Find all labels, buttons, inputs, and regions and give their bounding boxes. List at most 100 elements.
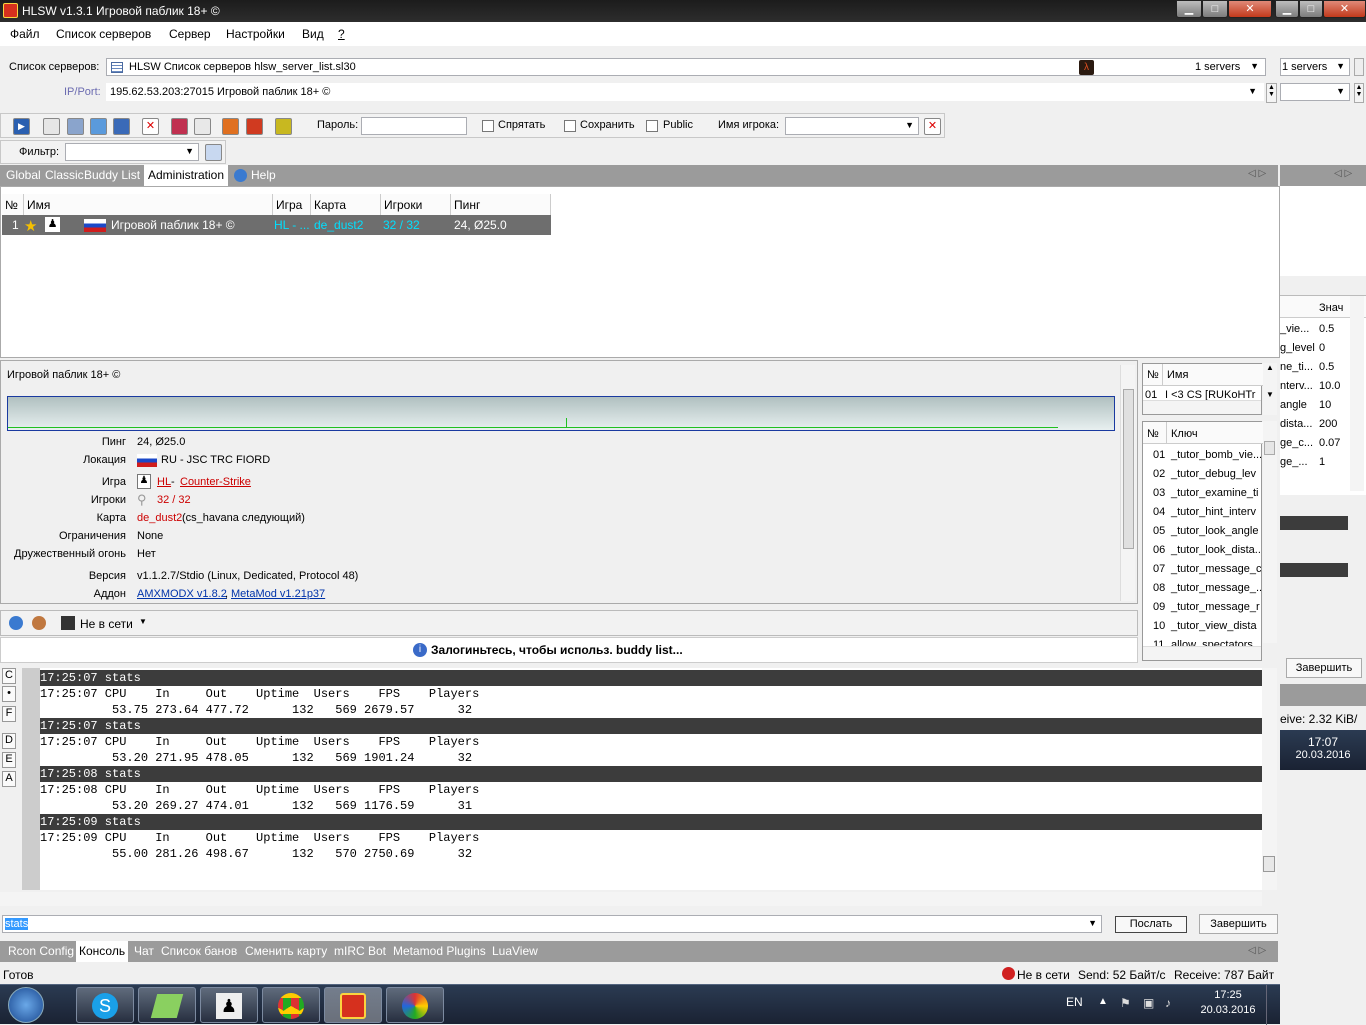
list-item[interactable]: ge_c... 0.07: [1280, 436, 1350, 453]
console-hscroll[interactable]: [0, 892, 1262, 906]
side-button-f[interactable]: F: [2, 706, 16, 722]
addon-link-metamod[interactable]: MetaMod v1.21p37: [231, 588, 325, 600]
menu-file[interactable]: Файл: [10, 27, 40, 41]
list-item[interactable]: 03 _tutor_examine_ti: [1143, 486, 1261, 503]
show-desktop-button[interactable]: [1266, 985, 1280, 1025]
list-item[interactable]: 07 _tutor_message_c: [1143, 562, 1261, 579]
menu-settings[interactable]: Настройки: [226, 27, 285, 41]
col-map[interactable]: Карта: [311, 194, 381, 216]
hide-checkbox[interactable]: [482, 120, 494, 132]
game-icon[interactable]: [246, 118, 263, 135]
side-button-c[interactable]: C: [2, 668, 16, 684]
paint-icon[interactable]: [386, 987, 444, 1023]
menu-server[interactable]: Сервер: [169, 27, 211, 41]
save-checkbox[interactable]: [564, 120, 576, 132]
chevron-down-icon[interactable]: ▼: [1336, 61, 1345, 71]
search-icon[interactable]: [43, 118, 60, 135]
scroll-up-small[interactable]: [1354, 58, 1364, 76]
tab-global[interactable]: Global: [6, 168, 41, 182]
list-item[interactable]: 09 _tutor_message_r: [1143, 600, 1261, 617]
tab-scroll-arrows-2[interactable]: ◁ ▷: [1334, 168, 1352, 179]
start-button[interactable]: [8, 987, 44, 1023]
tab-scroll-arrows[interactable]: ◁ ▷: [1248, 945, 1266, 956]
network-icon[interactable]: ▣: [1143, 996, 1154, 1010]
tray-arrow-icon[interactable]: ▲: [1098, 996, 1108, 1007]
list-item[interactable]: nterv... 10.0: [1280, 379, 1350, 396]
maximize-button[interactable]: □: [1202, 0, 1228, 18]
right-finish-button[interactable]: Завершить: [1286, 658, 1362, 678]
col-game[interactable]: Игра: [273, 194, 311, 216]
addon-icon[interactable]: [222, 118, 239, 135]
list-item[interactable]: 04 _tutor_hint_interv: [1143, 505, 1261, 522]
tab-mirc-bot[interactable]: mIRC Bot: [334, 944, 386, 958]
menu-help[interactable]: ?: [338, 27, 345, 41]
cycle-icon[interactable]: [171, 118, 188, 135]
ipport-spinner-2[interactable]: ▲ ▼: [1354, 83, 1364, 103]
minimize-button-2[interactable]: ▁: [1275, 0, 1299, 18]
server-info-icon[interactable]: [67, 118, 84, 135]
col-name[interactable]: Имя: [24, 194, 273, 216]
list-item[interactable]: ge_... 1: [1280, 455, 1350, 472]
tab-change-map[interactable]: Сменить карту: [245, 944, 327, 958]
chevron-down-icon[interactable]: ▼: [185, 146, 194, 156]
players-hscroll[interactable]: [1143, 400, 1261, 414]
copy-icon[interactable]: [194, 118, 211, 135]
side-button-dot[interactable]: •: [2, 686, 16, 702]
players-icon[interactable]: [113, 118, 130, 135]
player-name-input[interactable]: ▼: [785, 117, 919, 135]
menu-server-list[interactable]: Список серверов: [56, 27, 151, 41]
refresh-icon[interactable]: [90, 118, 107, 135]
addon-link-amxmodx[interactable]: AMXMODX v1.8.2: [137, 588, 227, 600]
col-number[interactable]: №: [2, 194, 24, 216]
tab-luaview[interactable]: LuaView: [492, 944, 538, 958]
tab-rcon-config[interactable]: Rcon Config: [8, 944, 74, 958]
server-list-dropdown[interactable]: HLSW Список серверов hlsw_server_list.sl…: [106, 58, 1266, 76]
chevron-down-icon[interactable]: ▼: [1248, 86, 1257, 96]
clear-player-icon[interactable]: ✕: [924, 118, 941, 135]
side-button-d[interactable]: D: [2, 733, 16, 749]
skype-icon[interactable]: S: [76, 987, 134, 1023]
tab-scroll-arrows[interactable]: ◁ ▷: [1248, 168, 1266, 179]
finish-button[interactable]: Завершить: [1199, 914, 1278, 934]
public-checkbox[interactable]: [646, 120, 658, 132]
volume-icon[interactable]: ♪: [1165, 996, 1171, 1010]
filter-settings-icon[interactable]: [205, 144, 222, 161]
list-item[interactable]: 06 _tutor_look_dista...: [1143, 543, 1261, 560]
list-item[interactable]: 08 _tutor_message_...: [1143, 581, 1261, 598]
chevron-down-icon[interactable]: ▼: [1250, 61, 1259, 71]
tab-chat[interactable]: Чат: [134, 944, 154, 958]
chevron-down-icon[interactable]: ▼: [139, 617, 147, 626]
password-input[interactable]: [361, 117, 467, 135]
table-row[interactable]: 1 ★ ♟ Игровой паблик 18+ © HL - ... de_d…: [2, 215, 551, 235]
list-item[interactable]: dista... 200: [1280, 417, 1350, 434]
menu-view[interactable]: Вид: [302, 27, 324, 41]
side-button-a[interactable]: A: [2, 771, 16, 787]
tab-classic[interactable]: Classic: [45, 168, 84, 182]
side-button-e[interactable]: E: [2, 752, 16, 768]
send-button[interactable]: Послать: [1115, 916, 1187, 933]
ipport-dropdown-2[interactable]: ▼: [1280, 83, 1350, 101]
clock[interactable]: 17:25 20.03.2016: [1195, 989, 1261, 1016]
list-item[interactable]: 05 _tutor_look_angle: [1143, 524, 1261, 541]
console-input[interactable]: stats ▼: [2, 915, 1102, 933]
ipport-input[interactable]: 195.62.53.203:27015 Игровой паблик 18+ ©…: [106, 83, 1264, 101]
chevron-down-icon[interactable]: ▼: [905, 120, 914, 130]
console-vscroll[interactable]: [1262, 668, 1277, 890]
chevron-down-icon[interactable]: ▼: [1088, 918, 1097, 928]
lock-icon[interactable]: [275, 118, 292, 135]
tab-administration[interactable]: Administration: [144, 165, 229, 186]
list-item[interactable]: angle 10: [1280, 398, 1350, 415]
chevron-down-icon[interactable]: ▼: [1336, 86, 1345, 96]
list-item[interactable]: g_level 0: [1280, 341, 1350, 358]
chrome-icon[interactable]: [262, 987, 320, 1023]
game-link-cs[interactable]: Counter-Strike: [180, 476, 251, 488]
list-item[interactable]: 02 _tutor_debug_lev: [1143, 467, 1261, 484]
col-ping[interactable]: Пинг: [451, 194, 551, 216]
flag-icon[interactable]: ⚑: [1120, 996, 1131, 1010]
buddy-remove-icon[interactable]: [32, 616, 46, 630]
server-count-dropdown-2[interactable]: 1 servers ▼: [1280, 58, 1350, 76]
ipport-spinner[interactable]: ▲ ▼: [1266, 83, 1277, 103]
list-item[interactable]: 10 _tutor_view_dista: [1143, 619, 1261, 636]
tab-ban-list[interactable]: Список банов: [161, 944, 237, 958]
col-players[interactable]: Игроки: [381, 194, 451, 216]
